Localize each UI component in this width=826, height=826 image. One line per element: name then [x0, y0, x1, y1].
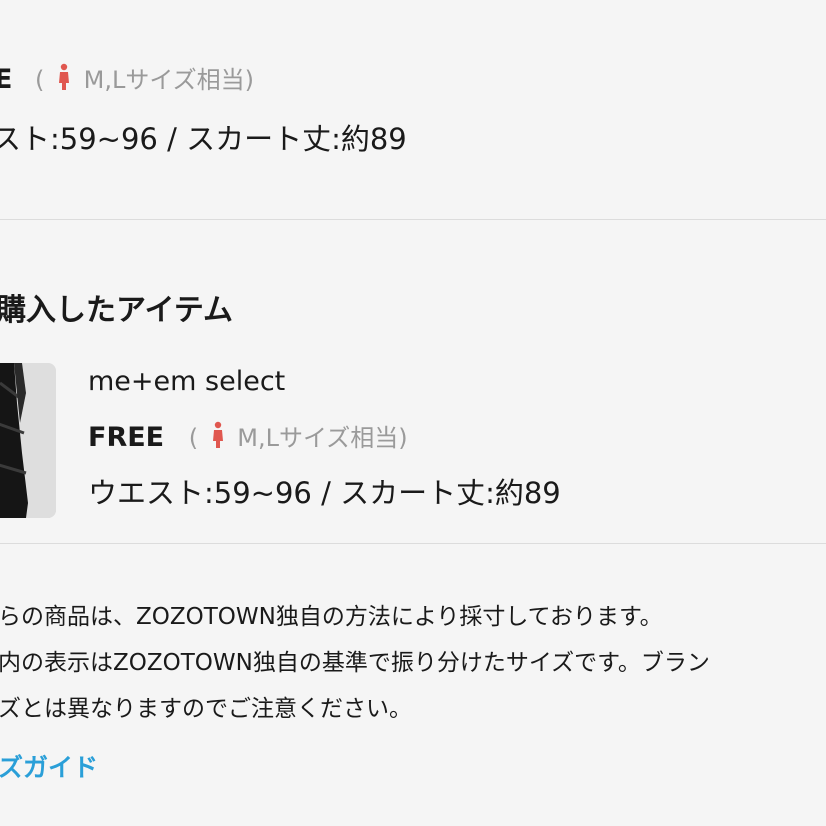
item-size-equivalent: M,Lサイズ相当): [237, 424, 408, 452]
item-brand[interactable]: me+em select: [88, 366, 285, 397]
item-size-name: FREE: [88, 422, 165, 453]
female-person-icon: [57, 63, 71, 98]
top-size-row: E ( M,Lサイズ相当): [0, 60, 254, 98]
item-size-row: FREE ( M,Lサイズ相当): [88, 418, 408, 456]
item-size-dimensions: ウエスト:59~96 / スカート丈:約89: [88, 476, 561, 510]
purchased-section-title: 購入したアイテム: [0, 293, 233, 328]
female-person-icon: [211, 421, 225, 456]
note-line-2: 内の表示はZOZOTOWN独自の基準で振り分けたサイズです。ブラン: [0, 650, 710, 676]
item-thumbnail[interactable]: [0, 363, 56, 518]
size-guide-link[interactable]: ズガイド: [0, 748, 98, 784]
top-size-dimensions: スト:59~96 / スカート丈:約89: [0, 122, 407, 156]
note-line-1: らの商品は、ZOZOTOWN独自の方法により採寸しております。: [0, 604, 663, 630]
top-size-name: E: [0, 64, 13, 95]
divider: [0, 543, 826, 544]
top-size-paren-open: (: [35, 66, 45, 94]
item-size-paren-open: (: [188, 424, 199, 452]
size-info-page: E ( M,Lサイズ相当) スト:59~96 / スカート丈:約89 購入したア…: [0, 0, 826, 826]
top-size-equivalent: M,Lサイズ相当): [83, 66, 254, 94]
divider: [0, 219, 826, 220]
note-line-3: ズとは異なりますのでご注意ください。: [0, 696, 412, 722]
